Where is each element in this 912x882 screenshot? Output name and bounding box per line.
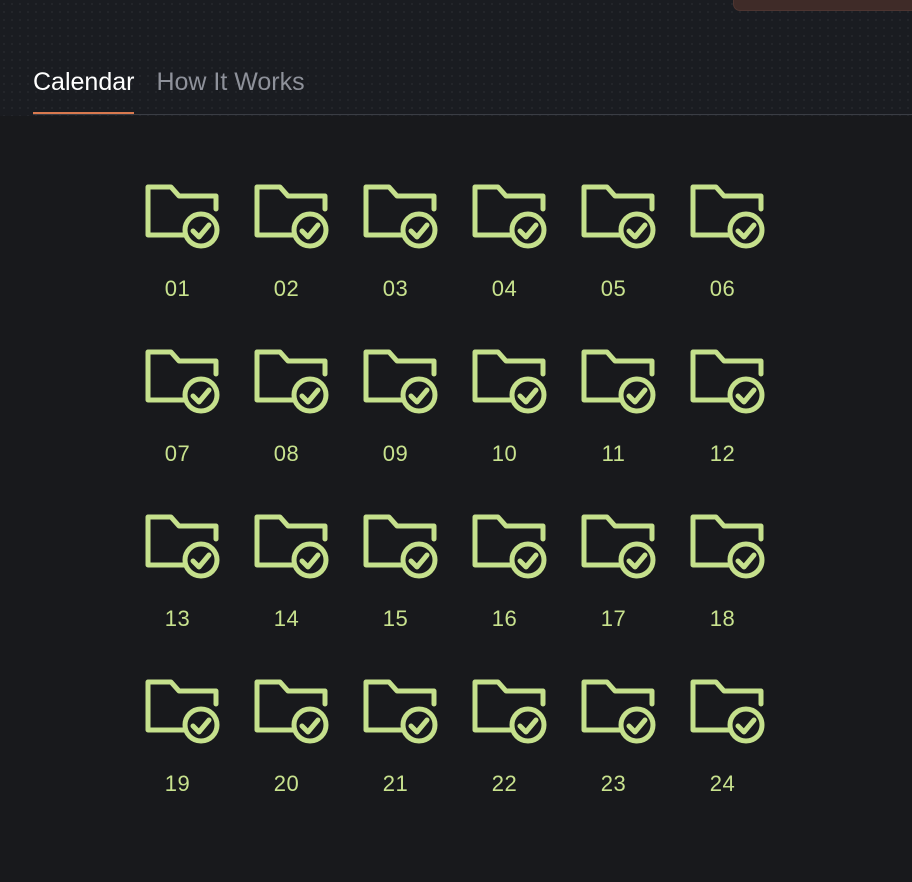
calendar-day-09[interactable]: 09 <box>341 344 450 509</box>
day-number: 11 <box>601 441 626 466</box>
folder-check-icon <box>569 344 659 428</box>
calendar-day-18[interactable]: 18 <box>668 509 777 674</box>
folder-check-icon <box>242 344 332 428</box>
folder-check-icon <box>133 509 223 593</box>
folder-check-icon <box>351 674 441 758</box>
tab-divider <box>33 114 912 115</box>
calendar-grid: 01 02 03 04 05 06 07 08 09 10 11 12 13 14 15 16 17 18 19 20… <box>123 179 777 839</box>
folder-check-icon <box>678 344 768 428</box>
folder-check-icon <box>351 509 441 593</box>
day-number: 07 <box>164 441 191 466</box>
folder-check-icon <box>133 344 223 428</box>
day-number: 24 <box>709 771 736 796</box>
day-number: 06 <box>709 276 736 301</box>
calendar-day-01[interactable]: 01 <box>123 179 232 344</box>
calendar-day-12[interactable]: 12 <box>668 344 777 509</box>
day-number: 15 <box>382 606 409 631</box>
calendar-day-15[interactable]: 15 <box>341 509 450 674</box>
folder-check-icon <box>678 674 768 758</box>
day-number: 23 <box>600 771 627 796</box>
day-number: 21 <box>382 771 409 796</box>
day-number: 13 <box>164 606 191 631</box>
calendar-day-21[interactable]: 21 <box>341 674 450 839</box>
folder-check-icon <box>678 179 768 263</box>
folder-check-icon <box>133 674 223 758</box>
calendar-day-10[interactable]: 10 <box>450 344 559 509</box>
day-number: 04 <box>491 276 518 301</box>
day-number: 19 <box>164 771 191 796</box>
tab-calendar[interactable]: Calendar <box>33 66 135 114</box>
folder-check-icon <box>460 344 550 428</box>
calendar-day-07[interactable]: 07 <box>123 344 232 509</box>
calendar-day-19[interactable]: 19 <box>123 674 232 839</box>
calendar-day-05[interactable]: 05 <box>559 179 668 344</box>
day-number: 18 <box>709 606 736 631</box>
folder-check-icon <box>678 509 768 593</box>
tab-bar: Calendar How It Works <box>33 66 305 114</box>
calendar-day-11[interactable]: 11 <box>559 344 668 509</box>
calendar-day-03[interactable]: 03 <box>341 179 450 344</box>
folder-check-icon <box>133 179 223 263</box>
day-number: 01 <box>164 276 191 301</box>
calendar-day-08[interactable]: 08 <box>232 344 341 509</box>
folder-check-icon <box>242 179 332 263</box>
calendar-day-13[interactable]: 13 <box>123 509 232 674</box>
day-number: 03 <box>382 276 409 301</box>
day-number: 14 <box>273 606 300 631</box>
folder-check-icon <box>242 509 332 593</box>
folder-check-icon <box>351 344 441 428</box>
folder-check-icon <box>460 179 550 263</box>
tab-how-it-works[interactable]: How It Works <box>156 66 304 114</box>
calendar-day-17[interactable]: 17 <box>559 509 668 674</box>
folder-check-icon <box>242 674 332 758</box>
calendar-day-22[interactable]: 22 <box>450 674 559 839</box>
day-number: 02 <box>273 276 300 301</box>
day-number: 05 <box>600 276 627 301</box>
calendar-day-14[interactable]: 14 <box>232 509 341 674</box>
day-number: 12 <box>709 441 736 466</box>
folder-check-icon <box>569 179 659 263</box>
calendar-day-06[interactable]: 06 <box>668 179 777 344</box>
day-number: 22 <box>491 771 518 796</box>
day-number: 20 <box>273 771 300 796</box>
day-number: 09 <box>382 441 409 466</box>
calendar-day-20[interactable]: 20 <box>232 674 341 839</box>
folder-check-icon <box>460 674 550 758</box>
calendar-day-16[interactable]: 16 <box>450 509 559 674</box>
top-action-button[interactable] <box>733 0 912 11</box>
folder-check-icon <box>460 509 550 593</box>
folder-check-icon <box>351 179 441 263</box>
day-number: 17 <box>600 606 627 631</box>
folder-check-icon <box>569 509 659 593</box>
calendar-day-23[interactable]: 23 <box>559 674 668 839</box>
day-number: 08 <box>273 441 300 466</box>
day-number: 16 <box>491 606 518 631</box>
calendar-day-02[interactable]: 02 <box>232 179 341 344</box>
day-number: 10 <box>491 441 518 466</box>
folder-check-icon <box>569 674 659 758</box>
calendar-day-24[interactable]: 24 <box>668 674 777 839</box>
calendar-day-04[interactable]: 04 <box>450 179 559 344</box>
